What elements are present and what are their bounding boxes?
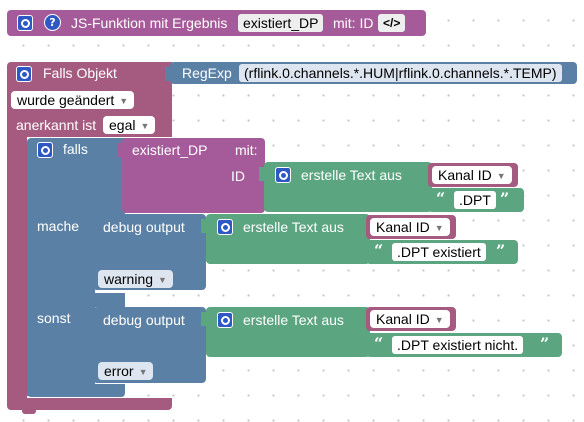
chevron-down-icon: ▼: [140, 121, 150, 131]
debug-level-value-2: error: [104, 363, 134, 379]
kanal-id-variable-3[interactable]: Kanal ID ▼: [366, 307, 456, 331]
gear-icon[interactable]: [217, 312, 233, 328]
trigger-block-left-arm: [7, 136, 27, 401]
call-function-name: existiert_DP: [132, 142, 208, 158]
chevron-down-icon: ▼: [158, 275, 167, 285]
gear-icon[interactable]: [37, 142, 53, 158]
text-literal-block-1[interactable]: “ .DPT ”: [428, 188, 524, 212]
close-quote-icon: ”: [496, 241, 506, 260]
trigger-title: Falls Objekt: [43, 65, 117, 81]
acknowledged-label: anerkannt ist: [16, 117, 97, 133]
open-quote-icon: “: [374, 334, 384, 353]
text-literal-block-3[interactable]: “ .DPT existiert nicht. ”: [366, 333, 562, 357]
call-param-label: mit:: [235, 142, 258, 158]
text-join-connector-3: [201, 312, 206, 326]
acknowledged-dropdown[interactable]: egal ▼: [103, 116, 156, 134]
create-text-block-1[interactable]: erstelle Text aus: [264, 162, 432, 212]
kanal-id-value: Kanal ID: [376, 311, 430, 327]
code-editor-button[interactable]: </>: [378, 14, 406, 32]
function-title: JS-Funktion mit Ergebnis: [71, 15, 228, 31]
chevron-down-icon: ▼: [434, 223, 444, 233]
trigger-block-bottom-tab: [22, 409, 36, 414]
else-label: sonst: [37, 310, 71, 326]
regexp-value-field[interactable]: (rflink.0.channels.*.HUM|rflink.0.channe…: [239, 64, 562, 82]
close-quote-icon: ”: [500, 189, 510, 208]
debug-output-block-1[interactable]: debug output warning ▼: [93, 214, 206, 290]
close-quote-icon: ”: [540, 334, 550, 353]
text-join-connector-1: [259, 167, 264, 181]
acknowledged-value: egal: [109, 117, 136, 133]
debug-label-1: debug output: [103, 219, 185, 235]
function-definition-block[interactable]: ? JS-Funktion mit Ergebnis existiert_DP …: [7, 10, 426, 36]
text-literal-2[interactable]: .DPT existiert: [392, 243, 486, 261]
help-icon[interactable]: ?: [44, 14, 61, 31]
kanal-id-value: Kanal ID: [376, 219, 430, 235]
create-text-label-1: erstelle Text aus: [301, 167, 402, 183]
chevron-down-icon: ▼: [138, 367, 148, 377]
regexp-label: RegExp: [182, 65, 232, 81]
text-literal-block-2[interactable]: “ .DPT existiert ”: [366, 240, 518, 264]
kanal-id-dropdown-2[interactable]: Kanal ID ▼: [370, 218, 450, 236]
debug-label-2: debug output: [103, 312, 185, 328]
kanal-id-variable-2[interactable]: Kanal ID ▼: [366, 215, 456, 239]
chevron-down-icon: ▼: [119, 96, 129, 106]
condition-dropdown[interactable]: wurde geändert ▼: [11, 91, 135, 109]
gear-icon[interactable]: [17, 15, 33, 31]
then-label: mache: [37, 218, 80, 234]
open-quote-icon: “: [374, 241, 384, 260]
gear-icon[interactable]: [275, 167, 291, 183]
text-literal-3[interactable]: .DPT existiert nicht.: [392, 336, 524, 354]
open-quote-icon: “: [436, 189, 446, 208]
create-text-label-3: erstelle Text aus: [243, 312, 344, 328]
regexp-block[interactable]: RegExp (rflink.0.channels.*.HUM|rflink.0…: [170, 62, 577, 84]
kanal-id-dropdown-1[interactable]: Kanal ID ▼: [432, 166, 512, 184]
create-text-block-2[interactable]: erstelle Text aus: [206, 214, 370, 264]
debug-output-block-2[interactable]: debug output error ▼: [93, 307, 206, 383]
debug-level-dropdown-1[interactable]: warning ▼: [98, 270, 173, 288]
function-param-label: mit: ID: [333, 15, 374, 31]
if-label: falls: [63, 141, 88, 157]
call-arg-name: ID: [231, 168, 245, 184]
create-text-label-2: erstelle Text aus: [243, 219, 344, 235]
if-block-middle: [27, 293, 125, 307]
kanal-id-variable-1[interactable]: Kanal ID ▼: [428, 163, 518, 187]
debug-level-value-1: warning: [104, 271, 154, 287]
kanal-id-dropdown-3[interactable]: Kanal ID ▼: [370, 310, 450, 328]
text-join-connector-2: [201, 219, 206, 233]
gear-icon[interactable]: [217, 219, 233, 235]
function-call-block[interactable]: existiert_DP mit: ID: [122, 138, 265, 213]
chevron-down-icon: ▼: [496, 171, 506, 181]
condition-value: wurde geändert: [17, 92, 115, 108]
if-block-bottom: [27, 384, 125, 397]
function-name-field[interactable]: existiert_DP: [238, 14, 324, 32]
chevron-down-icon: ▼: [434, 315, 444, 325]
text-literal-1[interactable]: .DPT: [454, 191, 496, 209]
kanal-id-value: Kanal ID: [438, 167, 492, 183]
gear-icon[interactable]: [16, 66, 32, 82]
debug-level-dropdown-2[interactable]: error ▼: [98, 362, 154, 380]
regexp-connector: [165, 67, 170, 81]
call-connector: [117, 143, 122, 157]
create-text-block-3[interactable]: erstelle Text aus: [206, 307, 370, 357]
